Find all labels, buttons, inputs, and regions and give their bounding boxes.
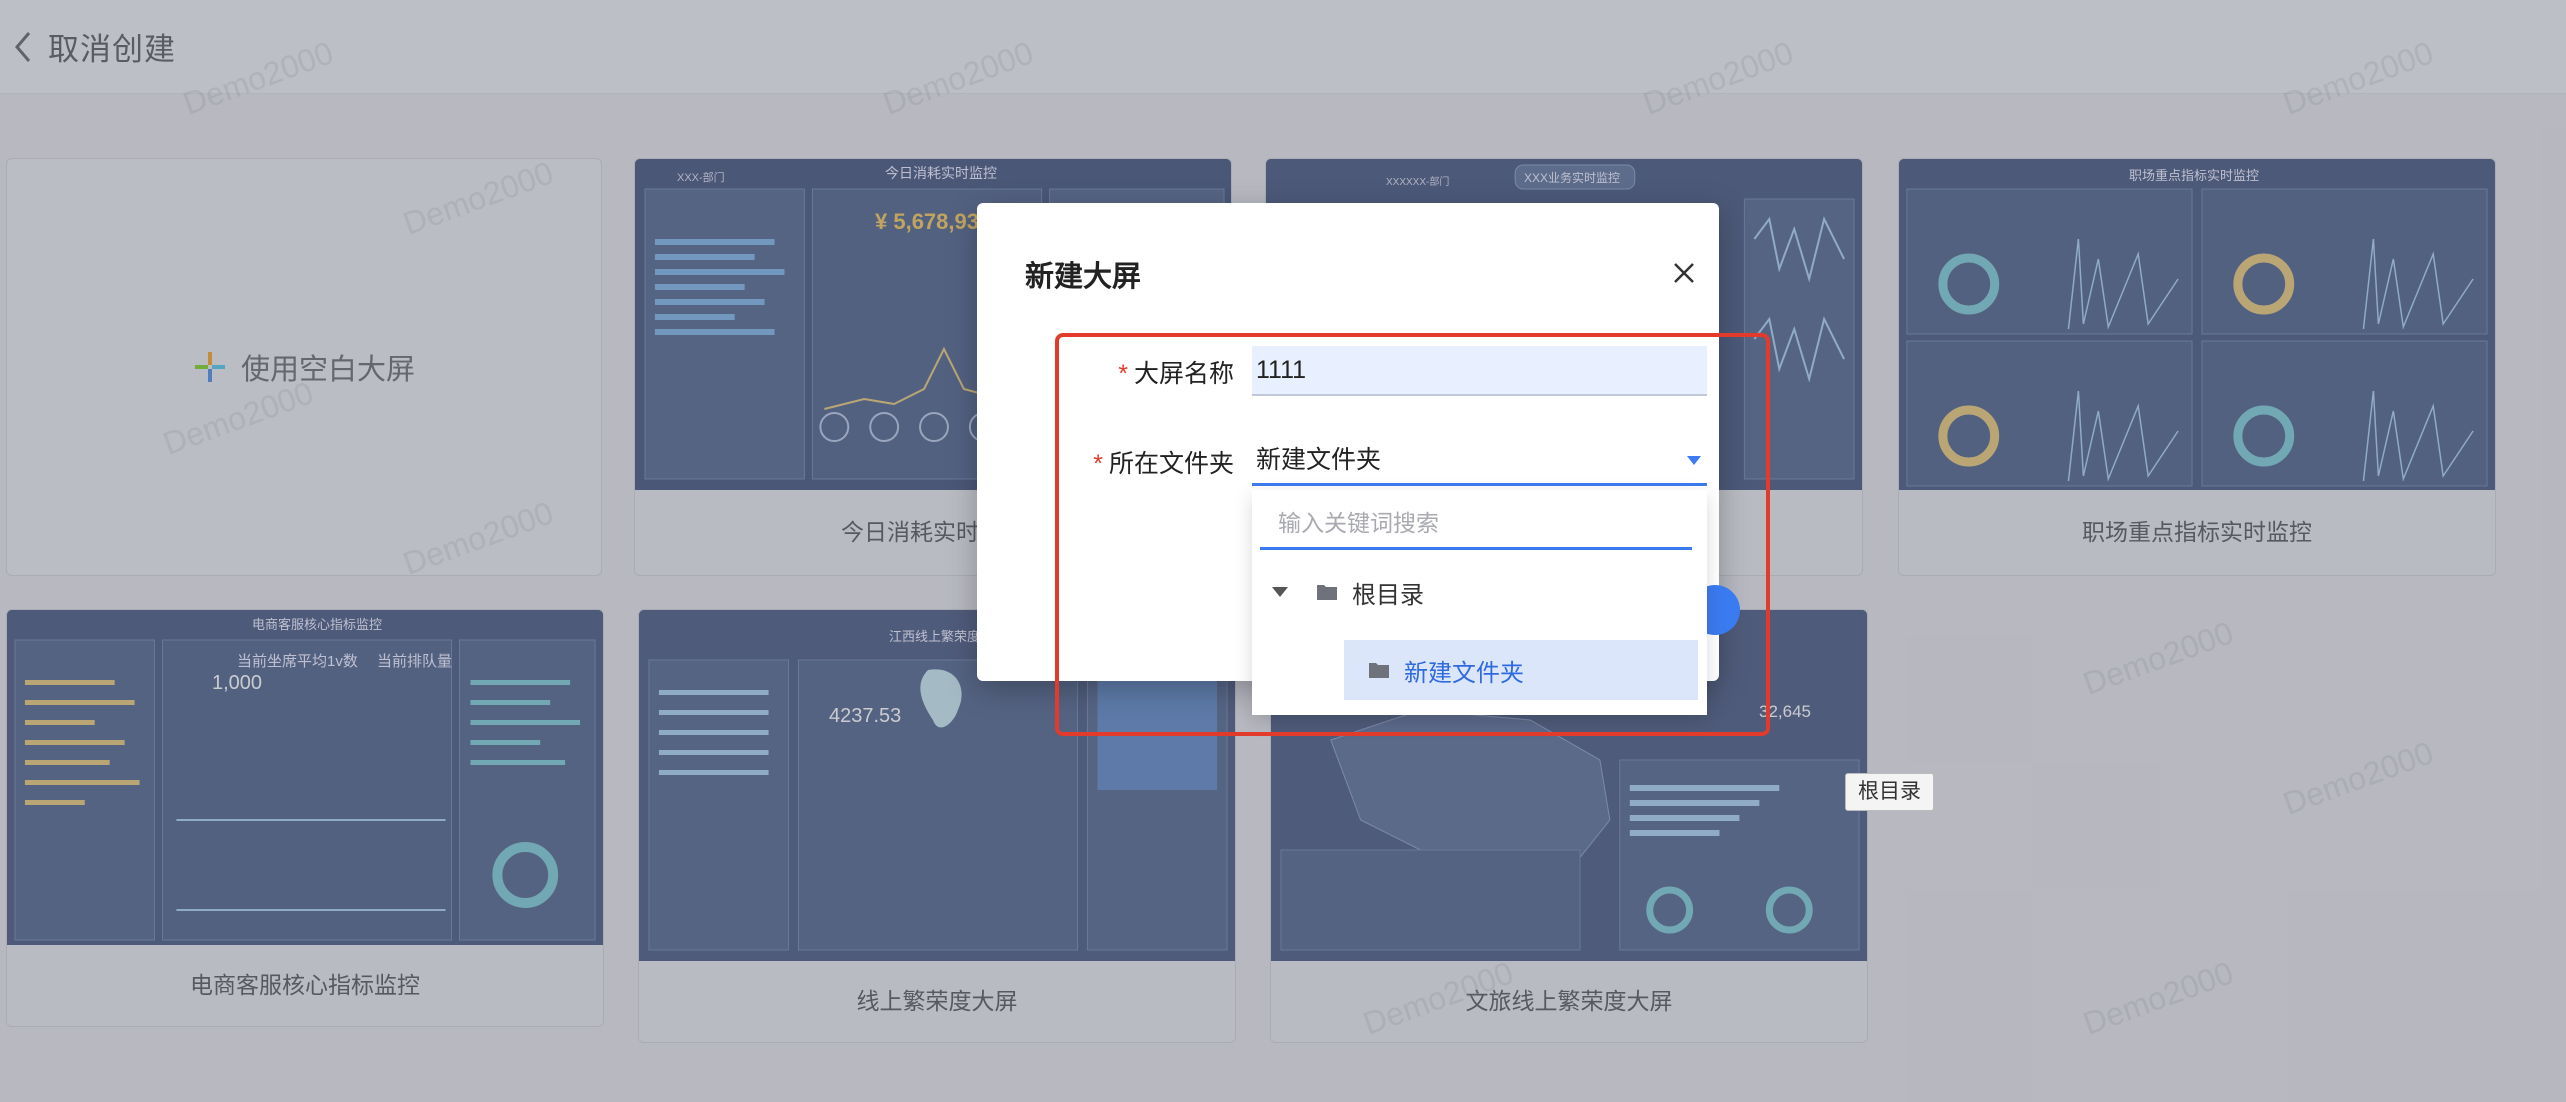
dialog-title: 新建大屏	[1025, 261, 1142, 293]
tooltip: 根目录	[1845, 773, 1934, 811]
close-icon[interactable]	[1669, 258, 1699, 288]
highlight-box	[1055, 333, 1770, 736]
